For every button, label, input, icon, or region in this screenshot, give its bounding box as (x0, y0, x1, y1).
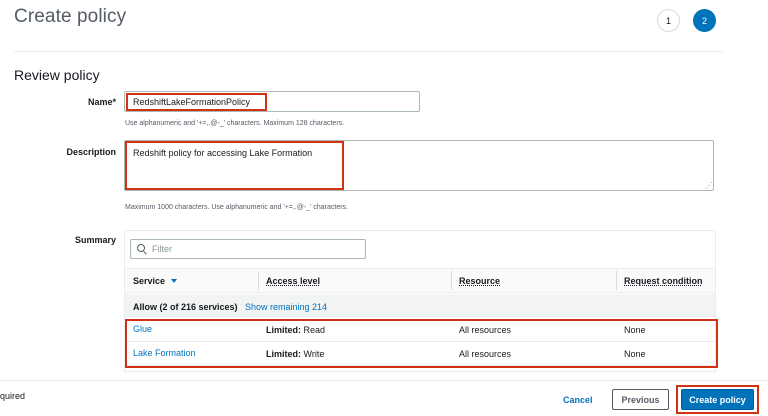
create-policy-button[interactable]: Create policy (681, 389, 754, 410)
sort-down-icon (171, 279, 178, 283)
summary-label: Summary (74, 235, 116, 245)
column-separator (616, 271, 617, 290)
column-header-access-level[interactable]: Access level (266, 276, 320, 286)
description-label: Description (66, 147, 116, 157)
page-title: Create policy (14, 6, 127, 27)
access-level-value: Write (301, 349, 325, 359)
required-note: quired (0, 391, 26, 401)
header-divider (14, 51, 723, 52)
access-level-prefix: Limited: (266, 325, 301, 335)
service-link[interactable]: Lake Formation (133, 348, 196, 358)
resource-cell: All resources (459, 349, 512, 359)
allow-summary-text: Allow (2 of 216 services) (133, 302, 238, 312)
access-level-prefix: Limited: (266, 349, 301, 359)
service-link[interactable]: Glue (133, 324, 152, 334)
name-label: Name* (87, 97, 116, 107)
column-header-resource[interactable]: Resource (459, 276, 500, 286)
name-hint: Use alphanumeric and '+=,.@-_' character… (125, 120, 345, 127)
description-textarea[interactable]: Redshift policy for accessing Lake Forma… (124, 140, 714, 191)
step-indicator-1: 1 (657, 9, 680, 32)
column-header-service-label: Service (133, 276, 166, 286)
access-level-cell: Limited: Write (266, 349, 324, 359)
search-icon (136, 243, 148, 255)
filter-field[interactable] (130, 239, 366, 259)
show-remaining-link[interactable]: Show remaining 214 (245, 302, 327, 312)
request-condition-cell: None (624, 349, 646, 359)
resource-cell: All resources (459, 325, 512, 335)
column-header-request-condition[interactable]: Request condition (624, 276, 703, 286)
section-title: Review policy (14, 67, 100, 83)
cancel-button[interactable]: Cancel (563, 395, 593, 405)
column-separator (258, 271, 259, 290)
access-level-cell: Limited: Read (266, 325, 325, 335)
step-indicator-2: 2 (693, 9, 716, 32)
filter-input[interactable] (152, 244, 352, 254)
resize-grip-icon[interactable]: ⋰ (705, 182, 713, 190)
previous-button[interactable]: Previous (612, 389, 669, 410)
access-level-value: Read (301, 325, 326, 335)
column-separator (451, 271, 452, 290)
description-hint: Maximum 1000 characters. Use alphanumeri… (125, 204, 348, 211)
request-condition-cell: None (624, 325, 646, 335)
column-header-service[interactable]: Service (133, 276, 178, 286)
policy-name-input[interactable] (124, 91, 420, 112)
